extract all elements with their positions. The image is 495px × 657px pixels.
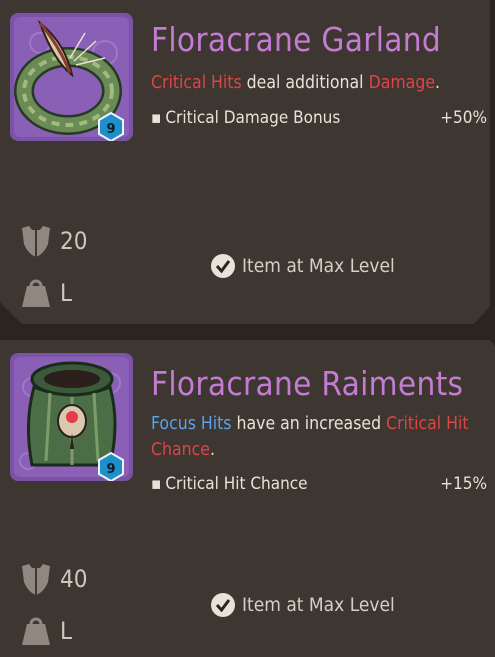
item-card-floracrane-raiments[interactable]: 9 Floracrane Raiments Focus Hits have an… bbox=[0, 340, 495, 657]
item-name: Floracrane Raiments bbox=[151, 364, 464, 403]
stat-label: Critical Hit Chance bbox=[165, 474, 308, 494]
stat-row: ▪ Critical Damage Bonus +50% bbox=[151, 107, 487, 129]
level-badge: 9 bbox=[106, 122, 115, 137]
stat-value: +15% bbox=[440, 474, 487, 494]
max-level-status: Item at Max Level bbox=[210, 253, 395, 279]
checkmark-icon bbox=[211, 254, 235, 278]
stat-label: Critical Damage Bonus bbox=[165, 108, 341, 128]
description-period: . bbox=[209, 440, 215, 460]
keyword-focus-hits: Focus Hits bbox=[151, 414, 232, 434]
level-badge: 9 bbox=[106, 462, 115, 477]
item-card-floracrane-garland[interactable]: 9 Floracrane Garland Critical Hits deal … bbox=[0, 0, 490, 324]
stat-row: ▪ Critical Hit Chance +15% bbox=[151, 473, 487, 495]
weight-icon bbox=[22, 617, 50, 645]
shield-icon bbox=[22, 226, 50, 257]
stat-value: +50% bbox=[440, 108, 487, 128]
bullet-icon: ▪ bbox=[151, 474, 162, 494]
max-level-label: Item at Max Level bbox=[242, 594, 395, 616]
item-description: Focus Hits have an increased Critical Hi… bbox=[151, 411, 476, 463]
armor-value: 40 bbox=[60, 565, 88, 593]
item-portrait: 9 bbox=[10, 13, 133, 141]
keyword-critical-hits: Critical Hits bbox=[151, 73, 242, 93]
description-text: deal additional bbox=[241, 73, 369, 93]
checkmark-icon bbox=[211, 593, 235, 617]
weight-class: L bbox=[60, 279, 73, 307]
weight-icon bbox=[22, 279, 50, 307]
item-name: Floracrane Garland bbox=[151, 20, 442, 59]
item-description: Critical Hits deal additional Damage. bbox=[151, 70, 476, 96]
shield-icon bbox=[22, 564, 50, 595]
armor-value: 20 bbox=[60, 227, 88, 255]
max-level-status: Item at Max Level bbox=[210, 592, 395, 618]
keyword-damage: Damage bbox=[368, 73, 436, 93]
item-portrait: 9 bbox=[10, 353, 133, 481]
description-text: have an increased bbox=[231, 414, 387, 434]
weight-class: L bbox=[60, 617, 73, 645]
max-level-label: Item at Max Level bbox=[242, 255, 395, 277]
description-period: . bbox=[435, 73, 441, 93]
bullet-icon: ▪ bbox=[151, 108, 162, 128]
